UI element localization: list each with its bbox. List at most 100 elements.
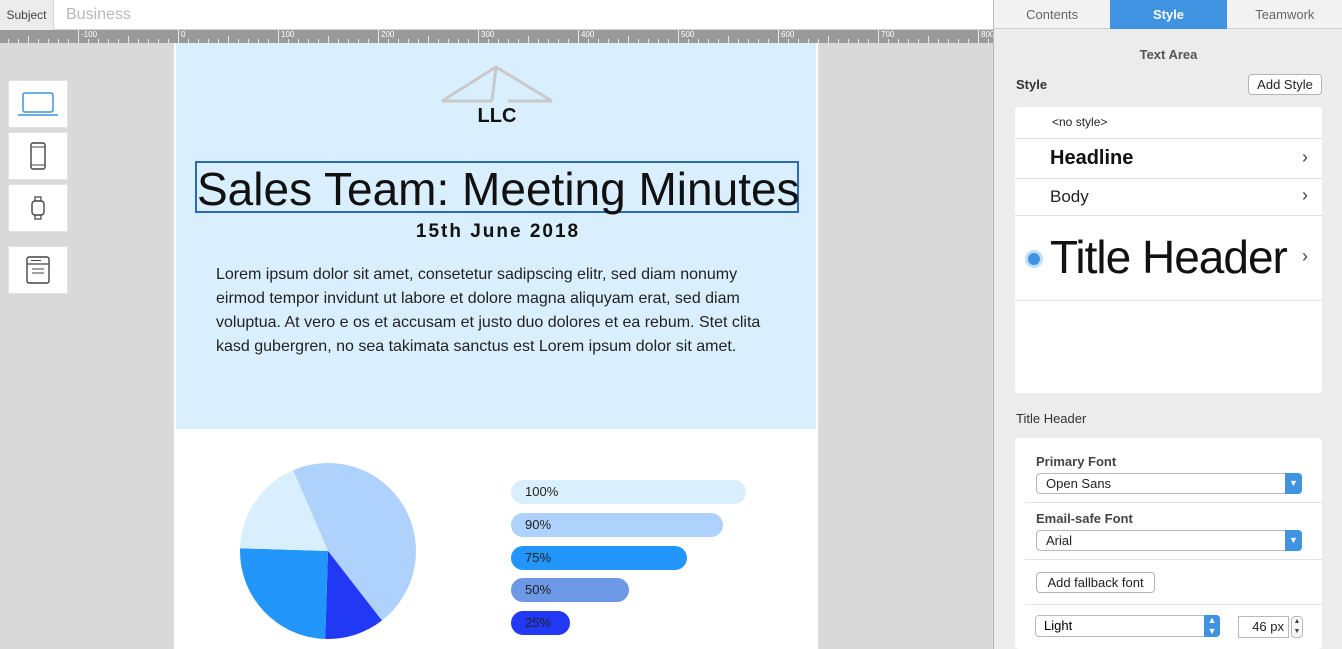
email-client-preview-button[interactable] [8,246,68,294]
ruler-tick [728,36,729,43]
style-item-title-header[interactable]: Title Header › [1015,216,1322,301]
percent-bar-label: 100% [525,484,559,499]
ruler-label: 500 [681,30,695,39]
style-item-body[interactable]: Body › [1015,179,1322,216]
canvas: LLC Sales Team: Meeting Minutes 15th Jun… [0,43,993,649]
percent-bar: 100% [511,480,746,504]
ruler-tick [578,30,579,43]
ruler-tick [778,30,779,43]
phone-preview-button[interactable] [8,132,68,180]
ruler-tick [328,36,329,43]
subject-label: Subject [0,0,54,30]
ruler-tick [28,36,29,43]
ruler-tick [978,30,979,43]
hero-section[interactable]: LLC Sales Team: Meeting Minutes 15th Jun… [176,43,816,429]
percent-bar-label: 90% [525,516,552,532]
laptop-preview-button[interactable] [8,80,68,128]
tab-teamwork[interactable]: Teamwork [1227,0,1342,29]
ruler-label: 600 [781,30,795,39]
ruler-tick [678,30,679,43]
subject-input[interactable] [66,0,566,30]
percent-bar: 50% [511,578,629,603]
email-safe-font-value: Arial [1046,533,1073,548]
phone-icon [30,142,46,170]
ruler-label: 200 [381,30,395,39]
title-text-area[interactable]: Sales Team: Meeting Minutes [195,161,800,215]
add-style-button[interactable]: Add Style [1248,74,1322,95]
style-label: Style [1016,77,1048,92]
app-window: Subject -100 0 100 200 300 400 500 600 700 800 [0,0,1342,649]
logo-triangle-icon [441,65,553,103]
percent-bar: 75% [511,545,688,570]
inspector-tabs: Contents Style Teamwork [994,0,1342,29]
ruler-tick [178,30,179,43]
font-weight-select[interactable]: Light ▲ ▼ [1035,615,1220,637]
email-document: LLC Sales Team: Meeting Minutes 15th Jun… [174,43,818,649]
horizontal-ruler: -100 0 100 200 300 400 500 600 700 800 [0,30,993,43]
email-safe-font-label: Email-safe Font [1036,511,1133,526]
ruler-label: -100 [81,30,98,39]
pie-slice [239,548,328,639]
chevron-right-icon: › [1302,147,1308,167]
email-safe-font-select[interactable]: Arial ▼ [1036,530,1302,551]
font-settings-panel: Primary Font Open Sans ▼ Email-safe Font… [1015,438,1322,649]
primary-font-label: Primary Font [1036,454,1117,469]
section-title: Text Area [1139,47,1198,62]
subject-bar: Subject [0,0,993,30]
ruler-tick [378,30,379,43]
ruler-tick [478,30,479,43]
divider [1025,559,1322,560]
ruler-label: 100 [281,30,295,39]
watch-icon [31,196,45,220]
logo-text: LLC [477,105,517,127]
ruler-tick [428,36,429,43]
email-client-icon [26,256,50,284]
add-fallback-font-button[interactable]: Add fallback font [1036,572,1155,593]
ruler-tick [928,36,929,43]
email-body-text[interactable]: Lorem ipsum dolor sit amet, consetetur s… [216,263,782,359]
selected-indicator-icon [1025,250,1043,268]
style-item-label: <no style> [1052,115,1108,129]
current-style-heading: Title Header [1016,411,1087,426]
ruler-tick [828,36,829,43]
font-size-stepper[interactable]: ▲ ▼ [1291,616,1303,638]
font-weight-value: Light [1044,618,1073,633]
ruler-tick [278,30,279,43]
style-item-label: Body [1050,187,1089,206]
percent-bar: 25% [511,611,570,636]
ruler-tick [228,36,229,43]
style-list: <no style> Headline › Body › Title Heade… [1015,107,1322,393]
tab-style[interactable]: Style [1110,0,1227,29]
ruler-tick [878,30,879,43]
percent-bar: 90% [511,512,723,537]
style-item-no-style[interactable]: <no style> [1015,107,1322,139]
chevron-right-icon: › [1302,185,1308,205]
percent-bar-label: 50% [525,582,552,598]
company-logo[interactable]: LLC [438,65,556,129]
tab-contents[interactable]: Contents [994,0,1110,29]
laptop-icon [18,92,58,116]
ruler-tick [528,36,529,43]
style-item-headline[interactable]: Headline › [1015,139,1322,179]
style-item-label: Headline [1050,147,1134,169]
email-title[interactable]: Sales Team: Meeting Minutes [197,163,800,215]
pie-chart[interactable] [238,461,418,641]
inspector-panel: Contents Style Teamwork Text Area Style … [993,0,1342,649]
ruler-label: 400 [581,30,595,39]
email-date[interactable]: 15th June 2018 [176,221,820,243]
ruler-tick [628,36,629,43]
ruler-label: 700 [881,30,895,39]
font-size-input[interactable]: 46 px [1238,616,1289,638]
primary-font-value: Open Sans [1046,476,1112,491]
divider [1025,604,1322,605]
up-down-arrows-icon: ▲ ▼ [1204,615,1220,637]
chevron-right-icon: › [1302,246,1308,266]
ruler-label: 0 [181,30,186,39]
watch-preview-button[interactable] [8,184,68,232]
ruler-tick [78,30,79,43]
percent-bar-label: 75% [525,549,552,565]
style-item-label: Title Header [1050,231,1288,283]
ruler-label: 800 [981,30,993,39]
chevron-down-icon: ▼ [1285,530,1302,551]
primary-font-select[interactable]: Open Sans ▼ [1036,473,1302,494]
